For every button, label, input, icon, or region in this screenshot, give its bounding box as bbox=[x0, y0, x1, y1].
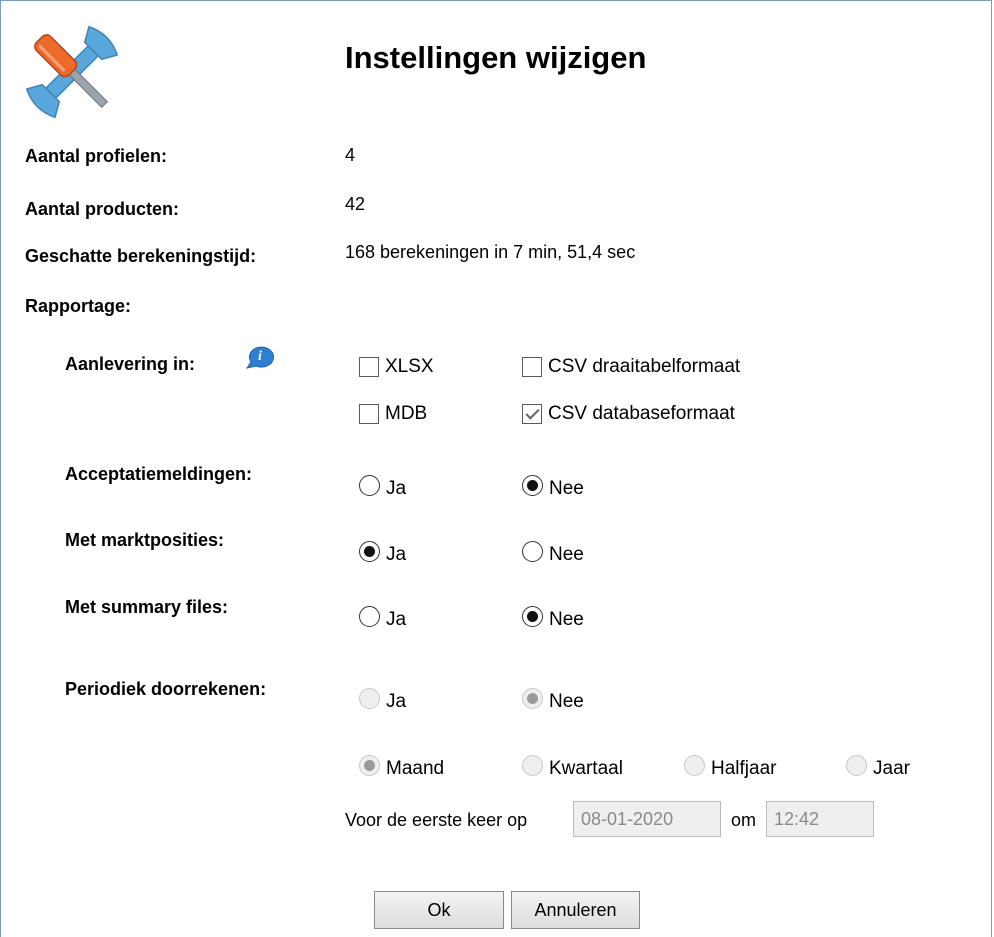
acceptatie-ja-radio[interactable] bbox=[359, 474, 380, 496]
summary-ja-label: Ja bbox=[386, 609, 407, 630]
xlsx-checkbox[interactable] bbox=[359, 357, 379, 377]
marktposities-ja-label: Ja bbox=[386, 544, 407, 565]
ok-button[interactable]: Ok bbox=[374, 891, 504, 929]
summary-nee-option[interactable]: Nee bbox=[522, 601, 584, 631]
producten-label: Aantal producten: bbox=[25, 199, 180, 219]
marktposities-label: Met marktposities: bbox=[65, 530, 225, 550]
periodiek-ja-label: Ja bbox=[386, 691, 407, 712]
summary-label: Met summary files: bbox=[65, 597, 229, 617]
marktposities-ja-option[interactable]: Ja bbox=[359, 536, 406, 566]
period-jaar-option[interactable]: Jaar bbox=[846, 750, 910, 780]
xlsx-label: XLSX bbox=[385, 356, 434, 377]
berekeningstijd-label: Geschatte berekeningstijd: bbox=[25, 246, 257, 266]
mdb-label: MDB bbox=[385, 403, 428, 424]
profielen-label: Aantal profielen: bbox=[25, 146, 168, 166]
period-kwartaal-option[interactable]: Kwartaal bbox=[522, 750, 623, 780]
svg-text:i: i bbox=[258, 349, 262, 364]
tools-icon bbox=[22, 22, 122, 122]
csv-draaitabel-checkbox[interactable] bbox=[522, 357, 542, 377]
period-kwartaal-label: Kwartaal bbox=[549, 758, 623, 779]
mdb-checkbox[interactable] bbox=[359, 404, 379, 424]
period-jaar-radio[interactable] bbox=[846, 754, 867, 776]
time-input[interactable]: 12:42 bbox=[766, 801, 874, 837]
periodiek-ja-radio[interactable] bbox=[359, 687, 380, 709]
period-maand-radio[interactable] bbox=[359, 754, 380, 776]
summary-nee-label: Nee bbox=[549, 609, 584, 630]
periodiek-ja-option[interactable]: Ja bbox=[359, 683, 406, 713]
acceptatie-ja-option[interactable]: Ja bbox=[359, 470, 406, 500]
periodiek-nee-label: Nee bbox=[549, 691, 584, 712]
acceptatie-nee-option[interactable]: Nee bbox=[522, 470, 584, 500]
marktposities-nee-label: Nee bbox=[549, 544, 584, 565]
summary-ja-option[interactable]: Ja bbox=[359, 601, 406, 631]
period-maand-label: Maand bbox=[386, 758, 445, 779]
info-icon[interactable]: i bbox=[242, 342, 274, 374]
mdb-option[interactable]: MDB bbox=[359, 403, 427, 425]
cancel-button[interactable]: Annuleren bbox=[511, 891, 640, 929]
csv-database-checkbox[interactable] bbox=[522, 404, 542, 424]
marktposities-nee-option[interactable]: Nee bbox=[522, 536, 584, 566]
first-time-label: Voor de eerste keer op bbox=[345, 810, 528, 830]
marktposities-ja-radio[interactable] bbox=[359, 540, 380, 562]
om-label: om bbox=[731, 810, 757, 830]
period-halfjaar-option[interactable]: Halfjaar bbox=[684, 750, 776, 780]
rapportage-label: Rapportage: bbox=[25, 296, 132, 316]
page-title: Instellingen wijzigen bbox=[345, 40, 647, 75]
xlsx-option[interactable]: XLSX bbox=[359, 356, 434, 378]
berekeningstijd-value: 168 berekeningen in 7 min, 51,4 sec bbox=[345, 242, 636, 262]
periodiek-label: Periodiek doorrekenen: bbox=[65, 679, 267, 699]
acceptatie-ja-label: Ja bbox=[386, 478, 407, 499]
periodiek-nee-option[interactable]: Nee bbox=[522, 683, 584, 713]
csv-database-label: CSV databaseformaat bbox=[548, 403, 735, 424]
marktposities-nee-radio[interactable] bbox=[522, 540, 543, 562]
summary-ja-radio[interactable] bbox=[359, 605, 380, 627]
csv-draaitabel-option[interactable]: CSV draaitabelformaat bbox=[522, 356, 740, 378]
acceptatie-label: Acceptatiemeldingen: bbox=[65, 464, 253, 484]
summary-nee-radio[interactable] bbox=[522, 605, 543, 627]
period-maand-option[interactable]: Maand bbox=[359, 750, 444, 780]
producten-value: 42 bbox=[345, 194, 366, 214]
profielen-value: 4 bbox=[345, 145, 356, 165]
period-halfjaar-radio[interactable] bbox=[684, 754, 705, 776]
date-input[interactable]: 08-01-2020 bbox=[573, 801, 721, 837]
csv-database-option[interactable]: CSV databaseformaat bbox=[522, 403, 735, 425]
periodiek-nee-radio[interactable] bbox=[522, 687, 543, 709]
aanlevering-label: Aanlevering in: bbox=[65, 354, 196, 374]
period-halfjaar-label: Halfjaar bbox=[711, 758, 777, 779]
acceptatie-nee-label: Nee bbox=[549, 478, 584, 499]
csv-draaitabel-label: CSV draaitabelformaat bbox=[548, 356, 741, 377]
acceptatie-nee-radio[interactable] bbox=[522, 474, 543, 496]
period-jaar-label: Jaar bbox=[873, 758, 910, 779]
period-kwartaal-radio[interactable] bbox=[522, 754, 543, 776]
